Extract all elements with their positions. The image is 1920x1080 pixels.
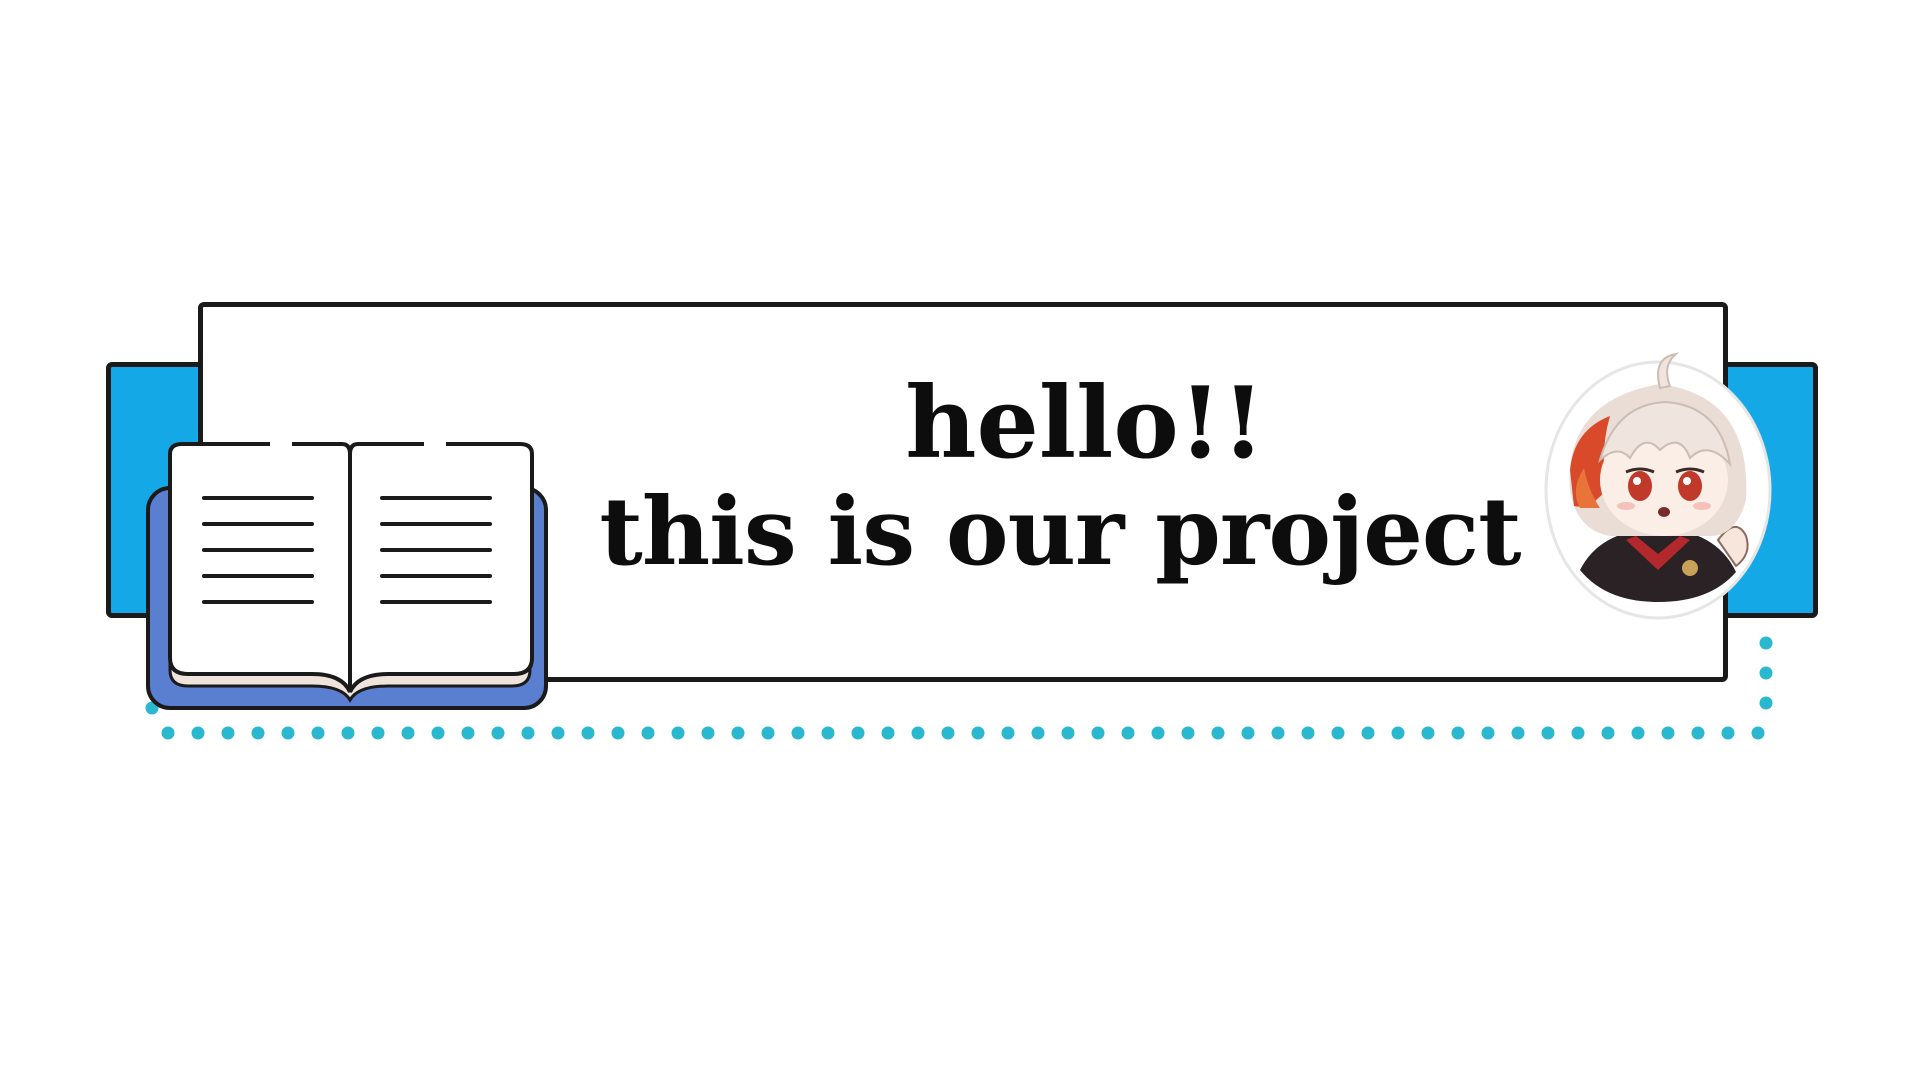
trail-dot xyxy=(1091,726,1105,740)
trail-dot xyxy=(821,726,835,740)
trail-dot xyxy=(1031,726,1045,740)
trail-dot xyxy=(401,726,415,740)
trail-dot xyxy=(1331,726,1345,740)
trail-dot xyxy=(851,726,865,740)
trail-dot xyxy=(1481,726,1495,740)
trail-dot xyxy=(311,726,325,740)
trail-dot xyxy=(731,726,745,740)
trail-dot xyxy=(761,726,775,740)
trail-dot xyxy=(1241,726,1255,740)
heading-line-2: this is our project xyxy=(599,477,1521,587)
trail-dot xyxy=(881,726,895,740)
trail-dot xyxy=(611,726,625,740)
trail-dot xyxy=(1721,726,1735,740)
trail-dot xyxy=(1151,726,1165,740)
trail-dot xyxy=(1421,726,1435,740)
trail-dot xyxy=(941,726,955,740)
trail-dot xyxy=(1571,726,1585,740)
trail-dot xyxy=(581,726,595,740)
trail-dot xyxy=(1661,726,1675,740)
trail-dot xyxy=(791,726,805,740)
trail-dot xyxy=(521,726,535,740)
trail-dot xyxy=(251,726,265,740)
trail-dot xyxy=(1301,726,1315,740)
trail-dot xyxy=(221,726,235,740)
trail-dot xyxy=(1361,726,1375,740)
trail-dot xyxy=(1541,726,1555,740)
banner-stage: hello!! this is our project xyxy=(0,0,1920,1080)
trail-dot xyxy=(1451,726,1465,740)
trail-dot xyxy=(371,726,385,740)
trail-dot xyxy=(1601,726,1615,740)
open-book-icon xyxy=(146,438,548,710)
trail-dot xyxy=(1511,726,1525,740)
trail-dot xyxy=(461,726,475,740)
trail-dot xyxy=(281,726,295,740)
trail-dot xyxy=(1211,726,1225,740)
trail-dot xyxy=(1001,726,1015,740)
trail-dot xyxy=(1759,636,1773,650)
trail-dot xyxy=(1181,726,1195,740)
trail-dot xyxy=(1061,726,1075,740)
trail-dot xyxy=(1271,726,1285,740)
trail-dot xyxy=(1391,726,1405,740)
trail-dot xyxy=(1691,726,1705,740)
trail-dot xyxy=(1121,726,1135,740)
trail-dot xyxy=(491,726,505,740)
trail-dot xyxy=(161,726,175,740)
trail-dot xyxy=(1631,726,1645,740)
trail-dot xyxy=(1751,726,1765,740)
trail-dot xyxy=(671,726,685,740)
trail-dot xyxy=(641,726,655,740)
trail-dot xyxy=(341,726,355,740)
trail-dot xyxy=(1759,666,1773,680)
chibi-character-sticker xyxy=(1544,352,1772,620)
heading-line-1: hello!! xyxy=(905,366,1265,481)
trail-dot xyxy=(1759,696,1773,710)
trail-dot xyxy=(551,726,565,740)
trail-dot xyxy=(431,726,445,740)
trail-dot xyxy=(911,726,925,740)
trail-dot xyxy=(191,726,205,740)
trail-dot xyxy=(701,726,715,740)
banner-heading: hello!! this is our project xyxy=(560,366,1560,587)
trail-dot xyxy=(971,726,985,740)
